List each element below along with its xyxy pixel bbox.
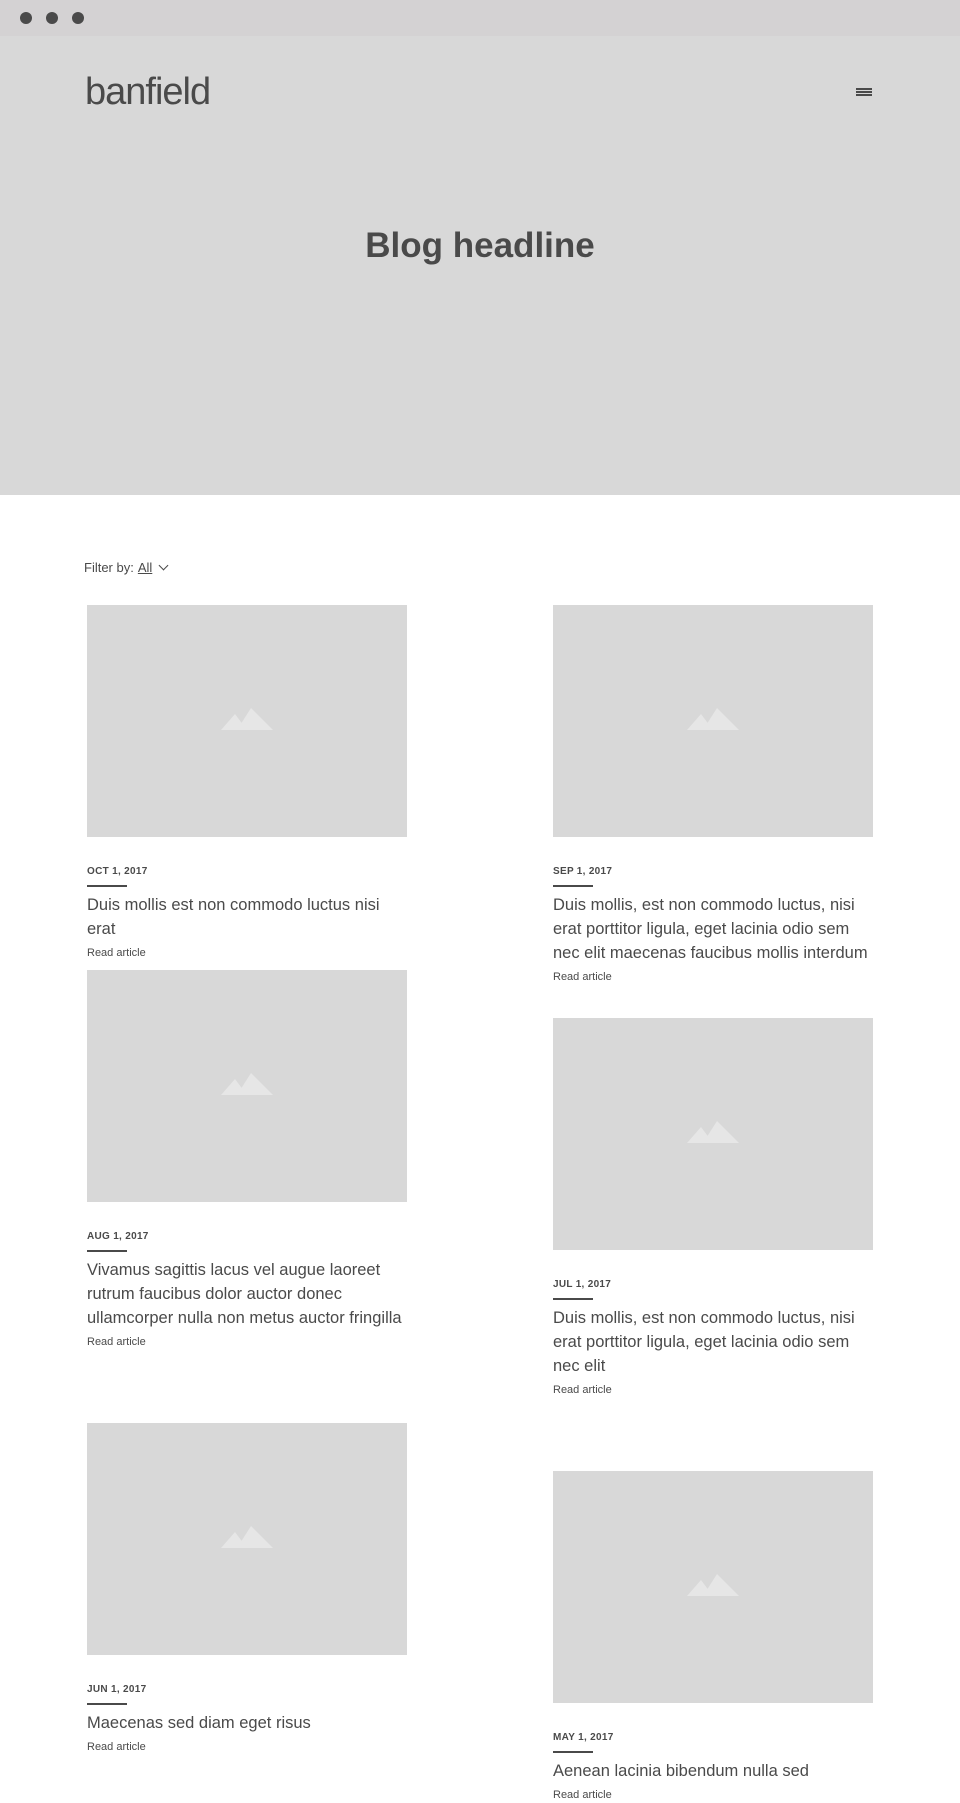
read-article-link[interactable]: Read article <box>87 1336 146 1348</box>
article-title[interactable]: Aenean lacinia bibendum nulla sed <box>553 1759 873 1783</box>
read-article-link[interactable]: Read article <box>87 1741 146 1753</box>
read-article-link[interactable]: Read article <box>553 1384 612 1396</box>
article-date: MAY 1, 2017 <box>553 1732 614 1743</box>
article-thumbnail[interactable] <box>553 605 873 837</box>
date-divider <box>87 1703 127 1705</box>
chevron-down-icon[interactable] <box>158 560 169 571</box>
article-date: JUN 1, 2017 <box>87 1684 147 1695</box>
article-thumbnail[interactable] <box>87 1423 407 1655</box>
article-card[interactable]: AUG 1, 2017 Vivamus sagittis lacus vel a… <box>87 970 407 1350</box>
image-placeholder-icon <box>687 708 739 730</box>
read-article-link[interactable]: Read article <box>553 1789 612 1801</box>
page-title: Blog headline <box>365 226 595 265</box>
image-placeholder-icon <box>221 708 273 730</box>
article-date: OCT 1, 2017 <box>87 866 148 877</box>
article-card[interactable]: JUN 1, 2017 Maecenas sed diam eget risus… <box>87 1423 407 1755</box>
article-title[interactable]: Duis mollis, est non commodo luctus, nis… <box>553 893 873 965</box>
window-control-dot[interactable] <box>72 12 84 24</box>
hamburger-menu-icon[interactable] <box>856 84 872 100</box>
date-divider <box>553 1298 593 1300</box>
window-chrome-bar <box>0 0 960 36</box>
article-title[interactable]: Vivamus sagittis lacus vel augue laoreet… <box>87 1258 407 1330</box>
image-placeholder-icon <box>221 1526 273 1548</box>
brand-logo[interactable]: banfield <box>85 71 211 114</box>
article-date: AUG 1, 2017 <box>87 1231 149 1242</box>
article-filter: Filter by: All <box>84 560 169 575</box>
article-thumbnail[interactable] <box>553 1018 873 1250</box>
date-divider <box>553 885 593 887</box>
article-title[interactable]: Maecenas sed diam eget risus <box>87 1711 407 1735</box>
date-divider <box>87 1250 127 1252</box>
window-control-dot[interactable] <box>20 12 32 24</box>
read-article-link[interactable]: Read article <box>553 971 612 983</box>
read-article-link[interactable]: Read article <box>87 947 146 959</box>
window-control-dot[interactable] <box>46 12 58 24</box>
article-card[interactable]: OCT 1, 2017 Duis mollis est non commodo … <box>87 605 407 961</box>
image-placeholder-icon <box>687 1121 739 1143</box>
article-card[interactable]: MAY 1, 2017 Aenean lacinia bibendum null… <box>553 1471 873 1803</box>
article-title[interactable]: Duis mollis est non commodo luctus nisi … <box>87 893 407 941</box>
article-date: SEP 1, 2017 <box>553 866 613 877</box>
hero-banner: banfield Blog headline <box>0 36 960 495</box>
image-placeholder-icon <box>221 1073 273 1095</box>
filter-label: Filter by: <box>84 560 134 575</box>
article-card[interactable]: SEP 1, 2017 Duis mollis, est non commodo… <box>553 605 873 985</box>
article-thumbnail[interactable] <box>553 1471 873 1703</box>
article-title[interactable]: Duis mollis, est non commodo luctus, nis… <box>553 1306 873 1378</box>
date-divider <box>553 1751 593 1753</box>
article-thumbnail[interactable] <box>87 605 407 837</box>
date-divider <box>87 885 127 887</box>
article-thumbnail[interactable] <box>87 970 407 1202</box>
filter-dropdown[interactable]: All <box>138 560 152 575</box>
article-date: JUL 1, 2017 <box>553 1279 612 1290</box>
article-card[interactable]: JUL 1, 2017 Duis mollis, est non commodo… <box>553 1018 873 1398</box>
image-placeholder-icon <box>687 1574 739 1596</box>
